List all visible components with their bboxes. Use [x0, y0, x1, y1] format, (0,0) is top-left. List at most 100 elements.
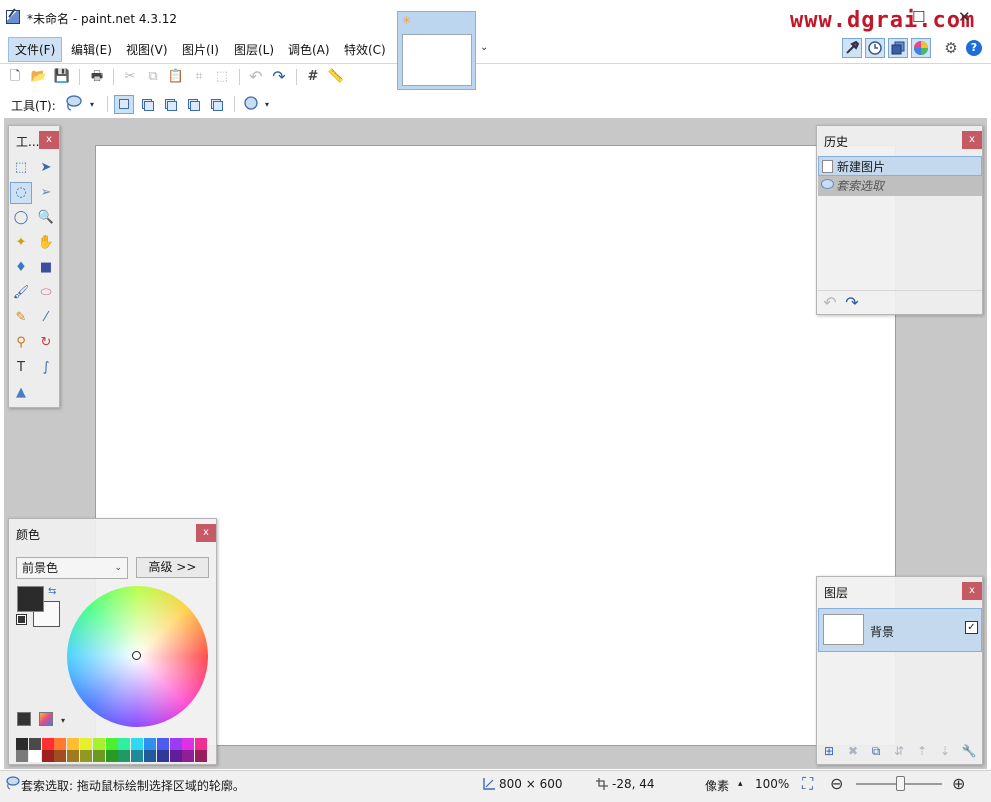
tool-recolor-icon[interactable]: ↻ — [35, 332, 57, 354]
save-file-icon[interactable]: 💾 — [53, 68, 71, 86]
palette-swatch[interactable] — [131, 750, 144, 762]
move-layer-down-icon[interactable]: ⇣ — [937, 743, 953, 759]
palette-swatch[interactable] — [67, 750, 80, 762]
tool-move-selection-icon[interactable]: ➢ — [35, 182, 57, 204]
grid-icon[interactable]: # — [304, 68, 322, 86]
palette-swatch[interactable] — [105, 738, 118, 750]
color-target-select[interactable]: 前景色 ⌄ — [16, 557, 128, 579]
palette-swatch[interactable] — [16, 738, 28, 750]
selection-mode-replace[interactable] — [114, 95, 134, 114]
menu-image[interactable]: 图片(I) — [175, 37, 226, 62]
palette-swatch[interactable] — [28, 750, 41, 762]
add-layer-icon[interactable]: ⊞ — [821, 743, 837, 759]
palette-swatch[interactable] — [67, 738, 80, 750]
deselect-icon[interactable]: ⬚ — [213, 68, 231, 86]
tools-window-icon[interactable] — [842, 38, 862, 58]
tool-dropdown-chevron-icon[interactable]: ▾ — [90, 100, 94, 109]
menu-view[interactable]: 视图(V) — [119, 37, 175, 62]
zoom-to-window-icon[interactable]: ⛶ — [802, 774, 813, 794]
palette-swatch[interactable] — [54, 750, 67, 762]
layers-window-icon[interactable] — [888, 38, 908, 58]
history-window-icon[interactable] — [865, 38, 885, 58]
color-wheel-cursor[interactable] — [132, 651, 141, 660]
palette-swatch[interactable] — [16, 750, 28, 762]
palette-swatch[interactable] — [156, 738, 169, 750]
new-file-icon[interactable]: 🗋 — [6, 68, 24, 86]
units-dropdown-icon[interactable]: ▴ — [738, 779, 743, 789]
undo-icon[interactable]: ↶ — [247, 68, 265, 86]
image-tab-thumbnail[interactable]: ✳ — [397, 11, 476, 90]
palette-swatch[interactable] — [92, 738, 105, 750]
open-file-icon[interactable]: 📂 — [30, 68, 48, 86]
palette-swatch[interactable] — [182, 750, 195, 762]
tool-ellipse-select-icon[interactable]: ◯ — [10, 207, 32, 229]
menu-adjustments[interactable]: 调色(A) — [281, 37, 337, 62]
tool-paint-bucket-icon[interactable]: ♦ — [10, 257, 32, 279]
zoom-level[interactable]: 100% — [755, 777, 789, 791]
palette-swatch[interactable] — [131, 738, 144, 750]
palette-swatch[interactable] — [41, 738, 54, 750]
tool-line-curve-icon[interactable]: ∫ — [35, 357, 57, 379]
history-item-new-image[interactable]: 新建图片 — [818, 156, 982, 176]
menu-effects[interactable]: 特效(C) — [337, 37, 393, 62]
tool-gradient-icon[interactable]: ■ — [35, 257, 57, 279]
tools-panel-close-button[interactable]: x — [39, 131, 59, 149]
palette-swatch[interactable] — [41, 750, 54, 762]
palette-swatch[interactable] — [118, 750, 131, 762]
layers-panel-close-button[interactable]: x — [962, 582, 982, 600]
palette-swatch[interactable] — [92, 750, 105, 762]
colors-panel-close-button[interactable]: x — [196, 524, 216, 542]
antialiasing-icon[interactable] — [242, 94, 260, 112]
swap-colors-icon[interactable]: ⇆ — [48, 586, 56, 597]
tool-clone-stamp-icon[interactable]: ⚲ — [10, 332, 32, 354]
tab-overflow-chevron-icon[interactable]: ⌄ — [480, 42, 488, 53]
palette-swatch[interactable] — [169, 750, 182, 762]
palette-swatch[interactable] — [169, 738, 182, 750]
layer-properties-icon[interactable]: 🔧 — [961, 743, 977, 759]
antialias-dropdown-chevron-icon[interactable]: ▾ — [265, 100, 269, 109]
tool-shapes-icon[interactable]: ▲ — [10, 382, 32, 404]
layer-visibility-checkbox[interactable]: ✓ — [965, 621, 978, 634]
tool-move-selected-pixels-icon[interactable]: ➤ — [35, 157, 57, 179]
delete-layer-icon[interactable]: ✖ — [845, 743, 861, 759]
ruler-icon[interactable]: 📏 — [327, 68, 345, 86]
add-to-palette-icon[interactable] — [17, 712, 31, 726]
duplicate-layer-icon[interactable]: ⧉ — [868, 743, 884, 759]
palette-menu-icon[interactable] — [39, 712, 53, 726]
selection-mode-union[interactable] — [137, 95, 157, 114]
tool-lasso-select-icon[interactable]: ◌ — [10, 182, 32, 204]
palette-swatch[interactable] — [195, 750, 208, 762]
tool-paintbrush-icon[interactable]: 🖌 — [10, 282, 32, 304]
zoom-slider-thumb[interactable] — [896, 776, 905, 791]
color-wheel[interactable] — [67, 586, 208, 727]
tool-eraser-icon[interactable]: ⬭ — [35, 282, 57, 304]
layer-row-background[interactable]: 背景 ✓ — [818, 608, 982, 652]
tool-pencil-icon[interactable]: ✎ — [10, 307, 32, 329]
reset-colors-icon[interactable] — [16, 614, 27, 625]
selection-mode-exclude[interactable] — [160, 95, 180, 114]
units-select[interactable]: 像素 — [705, 777, 729, 794]
palette-swatch[interactable] — [28, 738, 41, 750]
palette-swatch[interactable] — [54, 738, 67, 750]
tool-magic-wand-icon[interactable]: ✦ — [10, 232, 32, 254]
move-layer-up-icon[interactable]: ⇡ — [914, 743, 930, 759]
palette-swatch[interactable] — [182, 738, 195, 750]
selection-mode-invert[interactable] — [206, 95, 226, 114]
tool-pan-icon[interactable]: ✋ — [35, 232, 57, 254]
print-icon[interactable]: 🖶 — [88, 68, 106, 86]
palette-swatch[interactable] — [144, 750, 156, 762]
maximize-button[interactable]: ☐ — [912, 8, 925, 26]
history-panel-close-button[interactable]: x — [962, 131, 982, 149]
menu-edit[interactable]: 编辑(E) — [64, 37, 119, 62]
selection-mode-intersect[interactable] — [183, 95, 203, 114]
palette-swatch[interactable] — [118, 738, 131, 750]
palette-dropdown-chevron-icon[interactable]: ▾ — [61, 716, 65, 725]
history-undo-icon[interactable]: ↶ — [821, 294, 839, 312]
advanced-colors-button[interactable]: 高级 >> — [136, 557, 209, 578]
history-redo-icon[interactable]: ↷ — [843, 294, 861, 312]
close-window-button[interactable]: ✕ — [958, 8, 971, 26]
settings-gear-icon[interactable]: ⚙ — [941, 38, 961, 58]
menu-layers[interactable]: 图层(L) — [227, 37, 281, 62]
palette-swatch[interactable] — [195, 738, 208, 750]
tool-zoom-icon[interactable]: 🔍 — [35, 207, 57, 229]
